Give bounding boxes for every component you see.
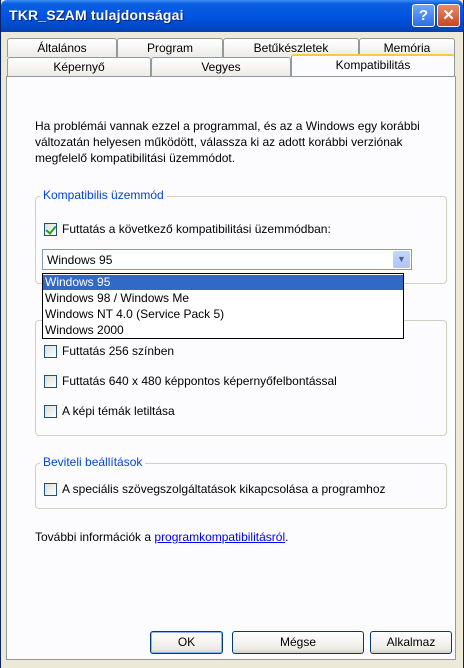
description-text: Ha problémái vannak ezzel a programmal, … xyxy=(35,119,420,165)
compat-help-link[interactable]: programkompatibilitásról xyxy=(154,530,285,544)
close-button[interactable]: ✕ xyxy=(437,4,460,27)
compat-group-label: Kompatibilis üzemmód xyxy=(40,188,167,202)
cancel-button[interactable]: Mégse xyxy=(232,631,364,654)
compat-mode-checkbox[interactable] xyxy=(44,223,57,236)
more-info-prefix: További információk a xyxy=(35,530,155,544)
window-title: TKR_SZAM tulajdonságai xyxy=(9,7,184,23)
text-services-label: A speciális szövegszolgáltatások kikapcs… xyxy=(62,482,386,496)
cancel-button-label: Mégse xyxy=(279,635,317,649)
option-windows-2000[interactable]: Windows 2000 xyxy=(43,323,403,338)
compat-mode-select[interactable]: Windows 95 ▼ xyxy=(42,249,412,270)
properties-dialog: TKR_SZAM tulajdonságai ? ✕ Általános Pro… xyxy=(0,0,464,668)
option-windows-nt4[interactable]: Windows NT 4.0 (Service Pack 5) xyxy=(43,307,403,322)
tab-general[interactable]: Általános xyxy=(7,38,117,57)
tab-program[interactable]: Program xyxy=(117,38,223,57)
colors-256-label: Futtatás 256 színben xyxy=(62,344,175,358)
resolution-640-checkbox[interactable] xyxy=(44,375,57,388)
disable-themes-label: A képi témák letiltása xyxy=(62,404,175,418)
option-windows-95[interactable]: Windows 95 xyxy=(43,275,403,290)
tab-row-front: Képernyő Vegyes Kompatibilitás xyxy=(7,54,457,76)
compat-mode-checkbox-label: Futtatás a következő kompatibilitási üze… xyxy=(62,222,331,236)
help-button[interactable]: ? xyxy=(412,4,435,27)
compat-mode-group xyxy=(35,196,447,284)
colors-256-checkbox[interactable] xyxy=(44,345,57,358)
resolution-640-label: Futtatás 640 x 480 képpontos képernyőfel… xyxy=(62,374,337,388)
compat-mode-dropdown-list: Windows 95 Windows 98 / Windows Me Windo… xyxy=(42,273,404,339)
tab-display[interactable]: Képernyő xyxy=(7,57,151,76)
tab-misc[interactable]: Vegyes xyxy=(151,57,291,76)
input-group-label: Beviteli beállítások xyxy=(40,455,146,469)
more-info-suffix: . xyxy=(285,530,289,544)
compat-mode-selected-value: Windows 95 xyxy=(47,253,113,267)
tab-compatibility[interactable]: Kompatibilitás xyxy=(291,54,455,76)
ok-button[interactable]: OK xyxy=(150,631,223,654)
title-bar[interactable]: TKR_SZAM tulajdonságai ? ✕ xyxy=(1,0,463,32)
apply-button[interactable]: Alkalmaz xyxy=(370,631,452,654)
disable-themes-checkbox[interactable] xyxy=(44,405,57,418)
more-info-line: További információk a programkompatibili… xyxy=(35,530,288,544)
text-services-checkbox[interactable] xyxy=(44,483,57,496)
option-windows-98-me[interactable]: Windows 98 / Windows Me xyxy=(43,291,403,306)
chevron-down-icon[interactable]: ▼ xyxy=(393,251,410,268)
